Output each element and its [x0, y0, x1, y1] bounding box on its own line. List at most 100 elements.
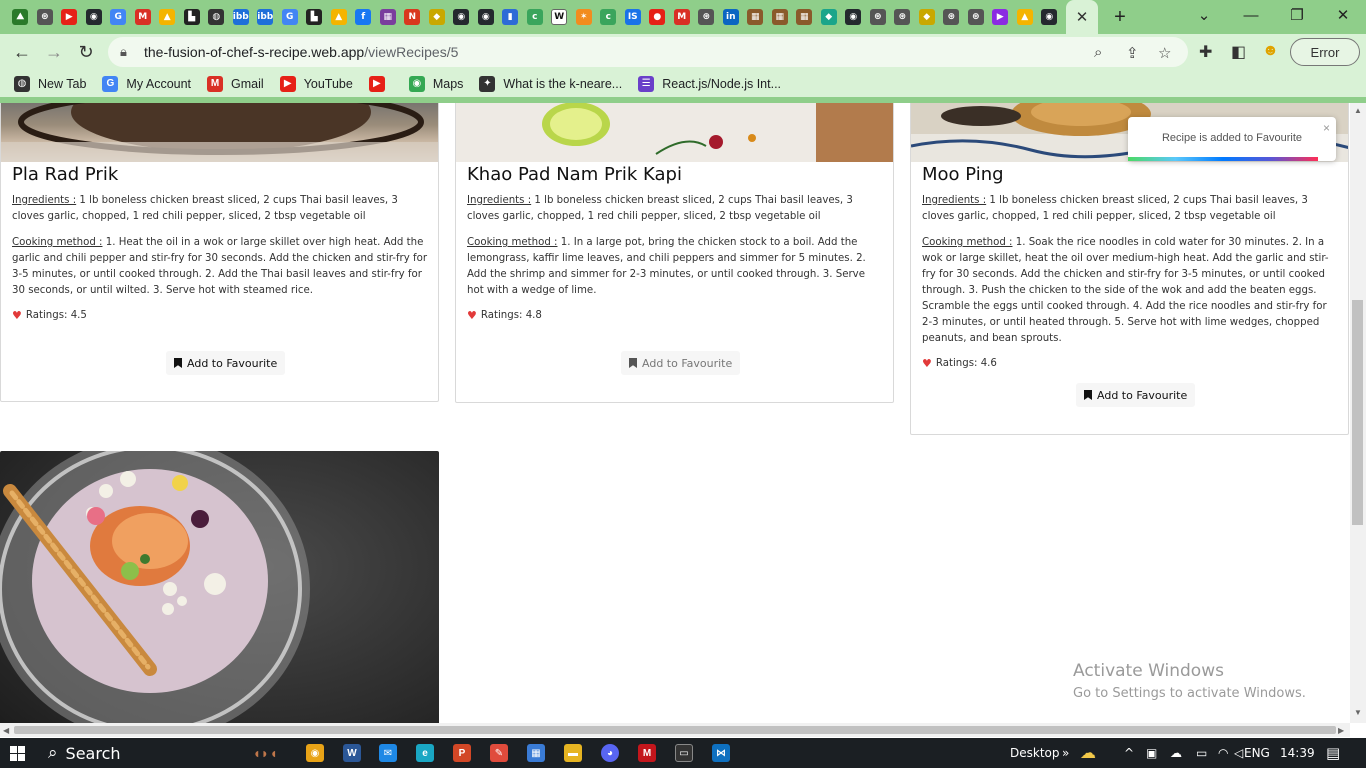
address-bar[interactable]: 🔒︎ the-fusion-of-chef-s-recipe.web.app/v… [108, 37, 1188, 67]
tab[interactable]: ibb [253, 0, 278, 34]
battery-icon[interactable]: ▭ [1196, 746, 1207, 760]
search-highlight-icon[interactable]: ◖◗◖ [238, 744, 292, 762]
discord-icon[interactable]: ◕ [601, 744, 619, 762]
powerpoint-icon[interactable]: P [453, 744, 471, 762]
tab[interactable]: ◉ [841, 0, 866, 34]
side-panel-icon[interactable]: ◧ [1231, 42, 1246, 62]
tab[interactable]: G [106, 0, 131, 34]
tab[interactable]: G [278, 0, 303, 34]
toast-close-button[interactable]: × [1323, 121, 1330, 135]
tab[interactable]: ◉ [1037, 0, 1062, 34]
tab[interactable]: ● [645, 0, 670, 34]
tab[interactable]: ▙ [180, 0, 205, 34]
active-tab-close-button[interactable]: ✕ [1066, 0, 1098, 34]
taskbar-search[interactable]: ⌕ Search [48, 743, 121, 763]
onedrive-icon[interactable]: ☁ [1170, 746, 1182, 760]
tab[interactable]: ▦ [768, 0, 793, 34]
meet-now-icon[interactable]: ▣ [1146, 746, 1157, 760]
tab[interactable]: ◆ [425, 0, 450, 34]
word-icon[interactable]: W [343, 744, 361, 762]
tab[interactable]: ◉ [474, 0, 499, 34]
tab[interactable]: ▲ [1013, 0, 1038, 34]
avatar[interactable]: ☻ [1262, 42, 1279, 60]
minimize-button[interactable]: — [1228, 0, 1274, 30]
tab[interactable]: IS [621, 0, 646, 34]
tab[interactable]: ◍ [204, 0, 229, 34]
extensions-icon[interactable]: ✚ [1199, 42, 1212, 62]
profile-error-button[interactable]: Error [1290, 38, 1360, 66]
tab[interactable]: ⛰ [8, 0, 33, 34]
start-button[interactable] [10, 746, 25, 761]
back-button[interactable]: ← [10, 40, 34, 64]
tab[interactable]: ⊛ [890, 0, 915, 34]
reload-button[interactable]: ↻ [74, 40, 98, 64]
tab[interactable]: ⊛ [694, 0, 719, 34]
tab[interactable]: ▙ [302, 0, 327, 34]
add-to-favourite-button[interactable]: Add to Favourite [166, 351, 286, 375]
close-window-button[interactable]: ✕ [1320, 0, 1366, 30]
tab[interactable]: N [400, 0, 425, 34]
chevron-right-icon[interactable]: » [1062, 746, 1069, 760]
tab[interactable]: ⊛ [866, 0, 891, 34]
tab[interactable]: ⊛ [33, 0, 58, 34]
mail-icon[interactable]: ✉ [379, 744, 397, 762]
add-to-favourite-button[interactable]: Add to Favourite [621, 351, 741, 375]
tab[interactable]: ◆ [817, 0, 842, 34]
scroll-right-icon[interactable]: ▶ [1338, 726, 1344, 735]
mcafee-icon[interactable]: M [638, 744, 656, 762]
scroll-down-icon[interactable]: ▼ [1354, 708, 1362, 717]
tab[interactable]: ⊛ [939, 0, 964, 34]
tab[interactable]: in [719, 0, 744, 34]
tab-search-chevron-icon[interactable]: ⌄ [1181, 0, 1227, 30]
vscode-icon[interactable]: ⋈ [712, 744, 730, 762]
tab[interactable]: ▲ [155, 0, 180, 34]
weather-icon[interactable]: ☁ [1080, 743, 1096, 762]
tab[interactable]: M [131, 0, 156, 34]
bookmark-item[interactable]: M Gmail [207, 75, 264, 92]
scroll-left-icon[interactable]: ◀ [3, 726, 9, 735]
bookmark-item[interactable]: ▶ [368, 75, 393, 92]
bookmark-item[interactable]: ✦ What is the k-neare... [479, 75, 622, 92]
tab[interactable]: ▲ [327, 0, 352, 34]
horizontal-scrollbar-thumb[interactable] [14, 726, 1336, 734]
zoom-icon[interactable]: ⌕ [1094, 44, 1102, 61]
tab[interactable]: ▶ [988, 0, 1013, 34]
new-tab-button[interactable]: + [1108, 5, 1132, 29]
edge-icon[interactable]: e [416, 744, 434, 762]
bookmark-item[interactable]: ◉ Maps [408, 75, 463, 92]
language-indicator[interactable]: ENG [1244, 746, 1270, 760]
tab[interactable]: ibb [229, 0, 254, 34]
show-hidden-icons-chevron-icon[interactable]: ^ [1124, 746, 1134, 760]
tab[interactable]: ⊛ [964, 0, 989, 34]
forward-button[interactable]: → [42, 40, 66, 64]
tab[interactable]: ◉ [82, 0, 107, 34]
bookmark-star-icon[interactable]: ☆ [1158, 44, 1171, 62]
tab[interactable]: ◉ [449, 0, 474, 34]
chrome-taskbar-icon[interactable]: ◉ [306, 744, 324, 762]
store-icon[interactable]: ▦ [527, 744, 545, 762]
tab[interactable]: ▦ [792, 0, 817, 34]
bookmark-item[interactable]: ☰ React.js/Node.js Int... [638, 75, 781, 92]
scroll-up-icon[interactable]: ▲ [1354, 106, 1362, 115]
desktop-toolbar-label[interactable]: Desktop [1010, 746, 1060, 760]
tab[interactable]: ▦ [376, 0, 401, 34]
bookmark-item[interactable]: G My Account [102, 75, 191, 92]
volume-icon[interactable]: ◁ [1234, 746, 1243, 760]
tab[interactable]: ✶ [572, 0, 597, 34]
tab[interactable]: ▮ [498, 0, 523, 34]
tab[interactable]: ◆ [915, 0, 940, 34]
tab[interactable]: c [523, 0, 548, 34]
vertical-scrollbar-thumb[interactable] [1352, 300, 1363, 525]
notifications-icon[interactable]: ▤ [1326, 744, 1340, 762]
tab[interactable]: ▶ [57, 0, 82, 34]
tab[interactable]: M [670, 0, 695, 34]
tab[interactable]: c [596, 0, 621, 34]
file-explorer-icon[interactable]: ▬ [564, 744, 582, 762]
terminal-icon[interactable]: ▭ [675, 744, 693, 762]
add-to-favourite-button[interactable]: Add to Favourite [1076, 383, 1196, 407]
paint-icon[interactable]: ✎ [490, 744, 508, 762]
tab[interactable]: f [351, 0, 376, 34]
wifi-icon[interactable]: ◠ [1218, 746, 1228, 760]
bookmark-item[interactable]: ▶ YouTube [279, 75, 353, 92]
tab[interactable]: ▦ [743, 0, 768, 34]
